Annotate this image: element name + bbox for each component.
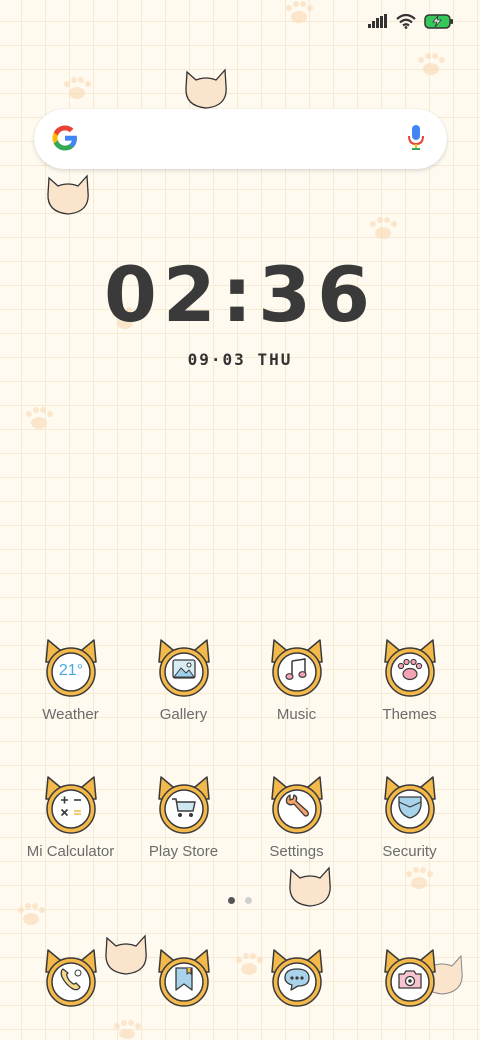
clock-time[interactable]: 02:36 bbox=[0, 250, 480, 339]
paw-print-decoration bbox=[370, 217, 397, 239]
paw-print-decoration bbox=[26, 407, 53, 429]
dock-messages[interactable] bbox=[240, 948, 353, 1008]
camera-icon bbox=[397, 970, 422, 989]
page-dot-active[interactable] bbox=[228, 897, 235, 904]
app-settings[interactable]: Settings bbox=[240, 775, 353, 860]
shield-icon bbox=[397, 796, 422, 819]
page-dot[interactable] bbox=[245, 897, 252, 904]
app-weather[interactable]: 21° Weather bbox=[14, 638, 127, 723]
app-label: Settings bbox=[269, 843, 324, 860]
svg-text:21°: 21° bbox=[58, 662, 82, 679]
app-label: Themes bbox=[382, 706, 437, 723]
wifi-icon bbox=[396, 13, 416, 29]
signal-icon bbox=[368, 14, 387, 28]
gallery-icon bbox=[171, 659, 196, 679]
paw-print-decoration bbox=[418, 53, 445, 75]
page-indicator[interactable] bbox=[0, 897, 480, 904]
paw-print-decoration bbox=[114, 1020, 141, 1039]
app-label: Play Store bbox=[148, 843, 219, 860]
google-logo-icon[interactable] bbox=[50, 123, 80, 153]
phone-icon bbox=[60, 968, 81, 991]
paw-print-decoration bbox=[64, 77, 91, 99]
cat-head-decoration bbox=[185, 68, 227, 109]
bookmark-icon bbox=[174, 967, 193, 991]
paw-print-decoration bbox=[406, 867, 433, 889]
app-label: Music bbox=[276, 706, 317, 723]
weather-temperature-icon: 21° bbox=[58, 662, 82, 679]
app-label: Gallery bbox=[159, 706, 208, 723]
app-music[interactable]: Music bbox=[240, 638, 353, 723]
dock-camera[interactable] bbox=[353, 948, 466, 1008]
paw-print-decoration bbox=[286, 1, 313, 23]
dock-phone[interactable] bbox=[14, 948, 127, 1008]
paw-icon bbox=[397, 658, 422, 681]
app-themes[interactable]: Themes bbox=[353, 638, 466, 723]
app-label: Mi Calculator bbox=[26, 843, 115, 860]
status-bar bbox=[368, 10, 454, 32]
google-search-bar[interactable] bbox=[34, 109, 447, 169]
battery-charging-icon bbox=[424, 13, 453, 29]
paw-print-decoration bbox=[18, 903, 45, 925]
app-play-store[interactable]: Play Store bbox=[127, 775, 240, 860]
dock-bookmark[interactable] bbox=[127, 948, 240, 1008]
cat-head-decoration bbox=[47, 174, 89, 215]
app-label: Security bbox=[382, 843, 437, 860]
clock-date: 09·03 THU bbox=[187, 350, 293, 369]
app-mi-calculator[interactable]: Mi Calculator bbox=[14, 775, 127, 860]
app-security[interactable]: Security bbox=[353, 775, 466, 860]
microphone-icon[interactable] bbox=[407, 124, 425, 152]
music-note-icon bbox=[284, 658, 307, 680]
app-gallery[interactable]: Gallery bbox=[127, 638, 240, 723]
shopping-cart-icon bbox=[171, 798, 196, 817]
calculator-icon bbox=[60, 796, 81, 817]
app-label: Weather bbox=[42, 706, 99, 723]
messages-icon bbox=[283, 968, 310, 991]
wrench-icon bbox=[285, 794, 309, 817]
